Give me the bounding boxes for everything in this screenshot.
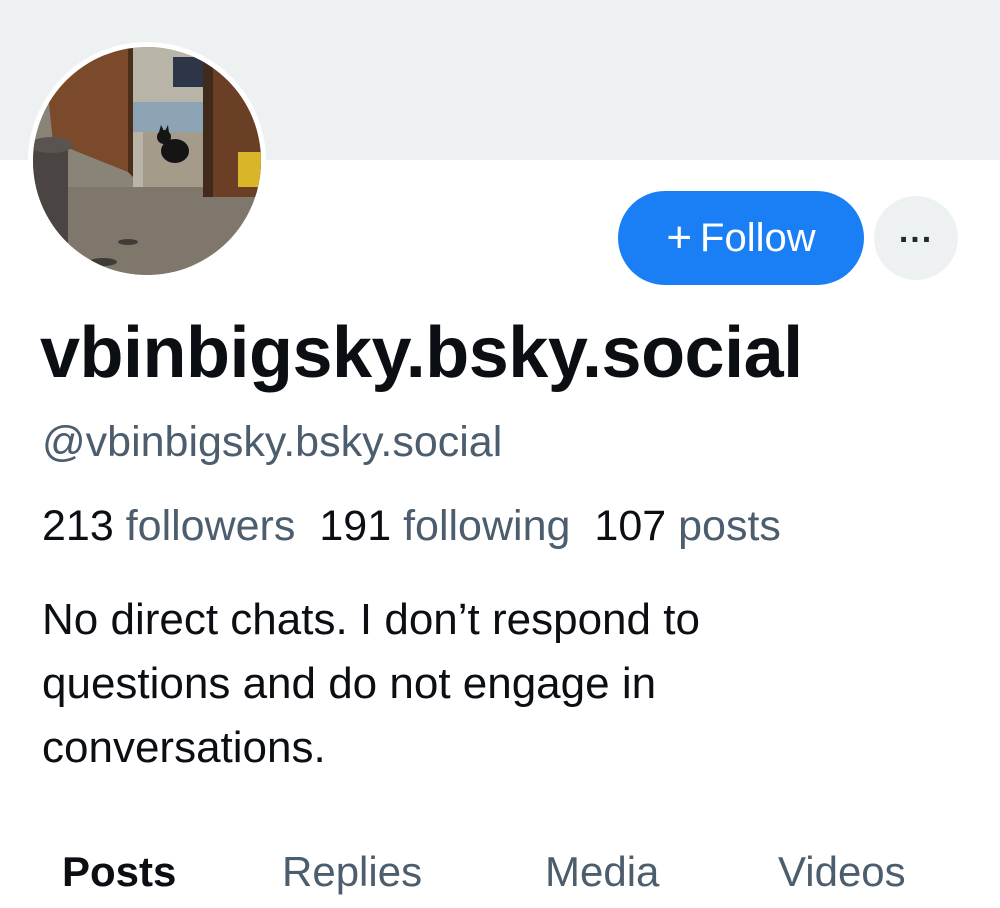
follow-label: Follow bbox=[700, 215, 816, 260]
display-name: vbinbigsky.bsky.social bbox=[40, 313, 803, 393]
plus-icon: + bbox=[666, 213, 693, 262]
more-options-button[interactable]: ... bbox=[874, 196, 958, 280]
profile-bio: No direct chats. I don’t respond to ques… bbox=[42, 595, 700, 772]
avatar[interactable] bbox=[28, 42, 266, 280]
tab-media[interactable]: Media bbox=[545, 848, 659, 896]
posts-label: posts bbox=[678, 502, 781, 550]
followers-label: followers bbox=[125, 502, 296, 550]
more-horizontal-icon: ... bbox=[898, 212, 934, 250]
following-count: 191 bbox=[319, 502, 392, 550]
avatar-photo bbox=[33, 47, 261, 275]
tab-replies[interactable]: Replies bbox=[282, 848, 422, 896]
following-stat[interactable]: 191 following bbox=[319, 502, 570, 551]
profile-tabs: Posts Replies Media Videos bbox=[0, 848, 1000, 908]
profile-stats: 213 followers 191 following 107 posts bbox=[42, 502, 781, 551]
following-label: following bbox=[403, 502, 571, 550]
followers-stat[interactable]: 213 followers bbox=[42, 502, 295, 551]
handle: @vbinbigsky.bsky.social bbox=[42, 418, 503, 466]
posts-stat: 107 posts bbox=[594, 502, 780, 551]
tab-videos[interactable]: Videos bbox=[778, 848, 906, 896]
tab-posts[interactable]: Posts bbox=[62, 848, 176, 896]
followers-count: 213 bbox=[42, 502, 114, 550]
posts-count: 107 bbox=[594, 502, 667, 550]
follow-button[interactable]: + Follow bbox=[618, 191, 864, 285]
